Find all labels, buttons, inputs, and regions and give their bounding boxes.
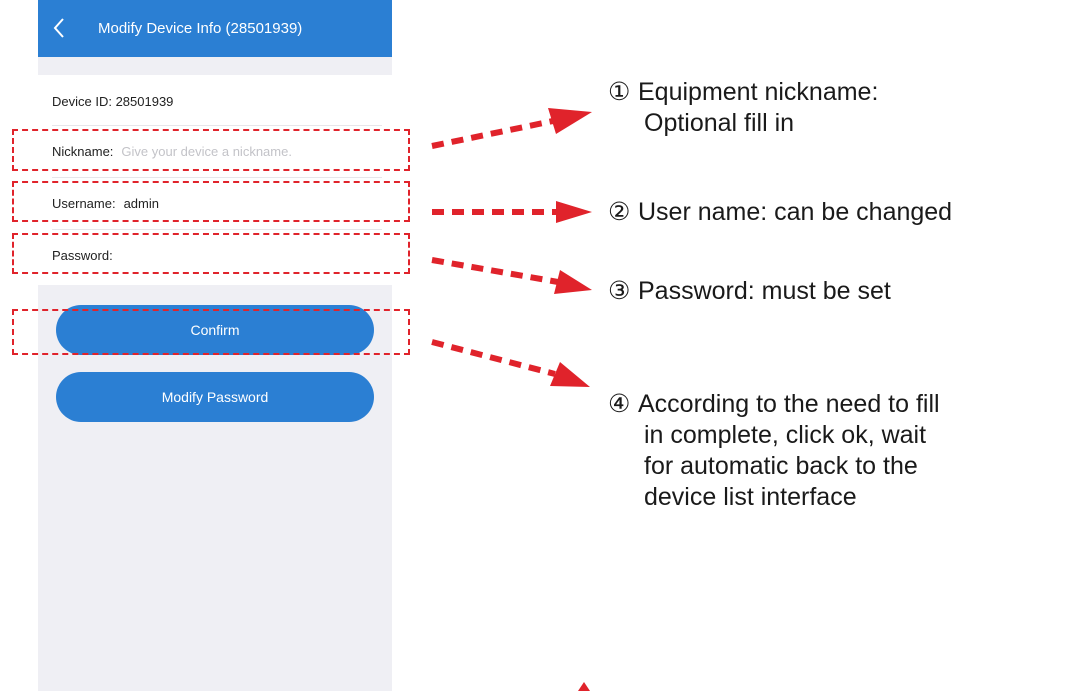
annotation-3-line1: Password: must be set [638,277,891,305]
annotation-1-line2: Optional fill in [644,109,795,137]
arrowhead-2 [556,201,592,223]
arrowhead-3 [554,270,592,294]
arrowhead-stub [578,682,590,691]
annotation-4-line2: in complete, click ok, wait [644,421,927,449]
annotation-1-number: ① [608,78,631,106]
annotation-2-number: ② [608,198,631,226]
annotation-2: ② User name: can be changed [608,197,952,228]
annotation-4-line1: According to the need to fill [638,390,940,418]
annotation-3: ③ Password: must be set [608,276,891,307]
annotation-arrows [431,108,592,691]
arrowhead-4 [550,362,590,387]
annotation-2-line1: User name: can be changed [638,198,953,226]
annotation-4: ④ According to the need to fill in comple… [608,389,940,513]
annotation-4-line4: device list interface [644,483,857,511]
arrow-line-4 [431,339,556,377]
arrowhead-1 [548,108,592,134]
arrow-line-3 [431,257,559,285]
annotation-4-number: ④ [608,390,631,418]
arrow-line-1 [431,118,554,149]
annotation-3-number: ③ [608,277,631,305]
annotation-4-line3: for automatic back to the [644,452,918,480]
annotation-1-line1: Equipment nickname: [638,78,879,106]
annotation-1: ① Equipment nickname: Optional fill in [608,77,878,139]
